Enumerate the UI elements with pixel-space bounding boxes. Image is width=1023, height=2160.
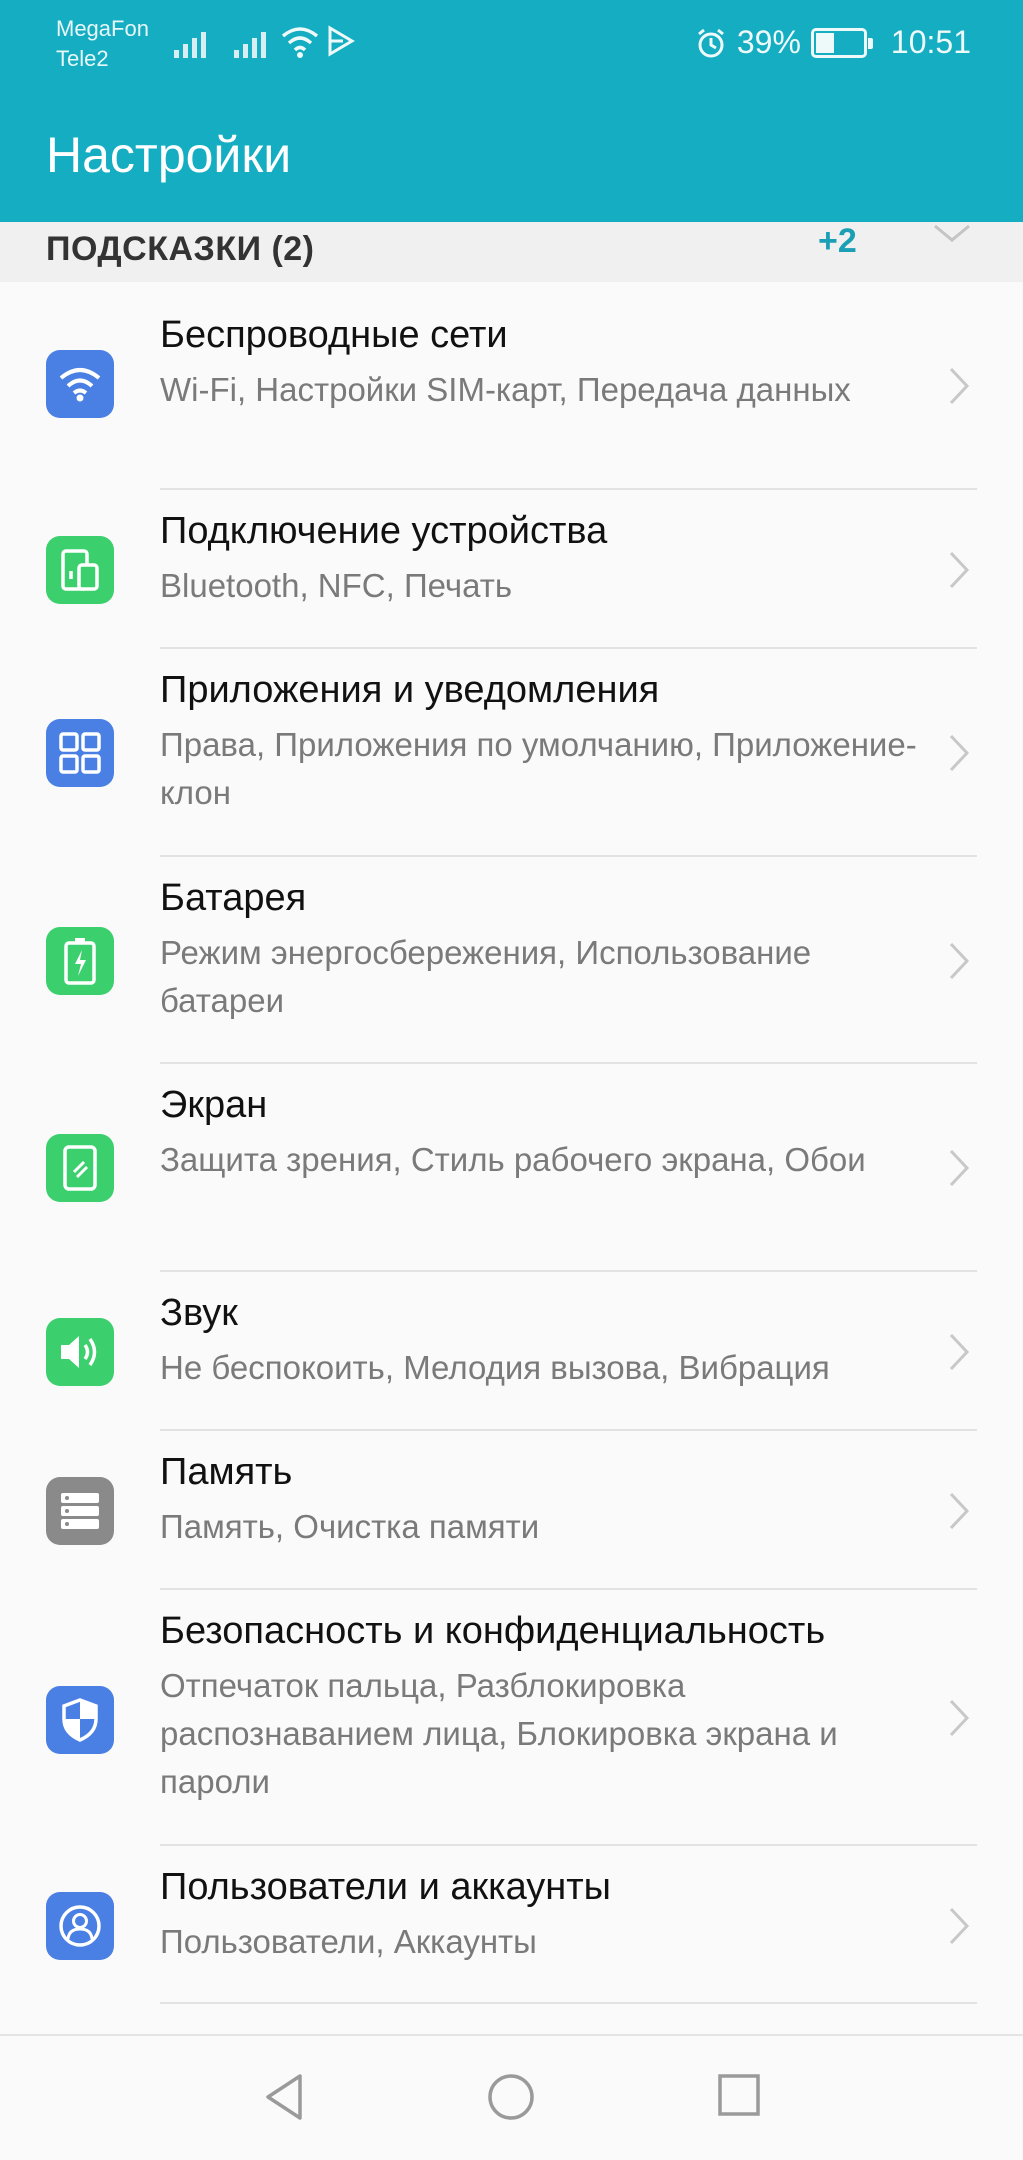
settings-item-users[interactable]: Пользователи и аккаунты Пользователи, Ак… [0,1846,1023,2004]
chevron-right-icon [949,1149,970,1187]
chevron-right-icon [949,367,970,405]
settings-item-sound[interactable]: Звук Не беспокоить, Мелодия вызова, Вибр… [0,1272,1023,1431]
settings-item-title: Подключение устройства [160,510,608,552]
settings-item-subtitle: Память, Очистка памяти [160,1508,540,1545]
settings-item-title: Пользователи и аккаунты [160,1866,611,1908]
shield-icon [46,1686,114,1754]
settings-item-title: Батарея [160,877,307,919]
settings-item-security[interactable]: Безопасность и конфиденциальность Отпеча… [0,1590,1023,1846]
settings-item-storage[interactable]: Память Память, Очистка памяти [0,1431,1023,1590]
chevron-right-icon [949,1699,970,1737]
cast-icon [328,25,355,57]
divider [160,2002,977,2004]
speaker-icon [46,1318,114,1386]
settings-item-subtitle: Wi-Fi, Настройки SIM-карт, Передача данн… [160,371,851,408]
navigation-bar [0,2034,1023,2160]
wifi-icon [46,350,114,418]
settings-item-title: Звук [160,1292,238,1334]
alarm-icon [697,28,724,57]
settings-item-device-connection[interactable]: Подключение устройства Bluetooth, NFC, П… [0,490,1023,649]
battery-percent: 39% [736,24,801,60]
signal-icon [174,28,206,58]
carrier-1: MegaFon [56,16,149,41]
chevron-right-icon [949,1333,970,1371]
hints-header[interactable]: ПОДСКАЗКИ (2) +2 [0,222,1023,282]
status-bar: MegaFon Tele2 39% 10:51 [0,0,1023,88]
settings-item-subtitle: Отпечаток пальца, Разблокировка распозна… [160,1667,838,1800]
hints-count: +2 [818,222,857,260]
settings-item-display[interactable]: Экран Защита зрения, Стиль рабочего экра… [0,1064,1023,1272]
chevron-right-icon [949,942,970,980]
chevron-right-icon [949,734,970,772]
settings-item-title: Беспроводные сети [160,314,508,356]
hints-label: ПОДСКАЗКИ (2) [46,230,315,268]
settings-item-title: Экран [160,1084,268,1126]
carrier-names: MegaFon Tele2 [56,14,149,74]
display-icon [46,1134,114,1202]
settings-item-apps[interactable]: Приложения и уведомления Права, Приложен… [0,649,1023,857]
page-title: Настройки [46,127,292,183]
settings-item-subtitle: Права, Приложения по умолчанию, Приложен… [160,726,917,811]
settings-item-title: Безопасность и конфиденциальность [160,1610,826,1652]
settings-item-battery[interactable]: Батарея Режим энергосбережения, Использо… [0,857,1023,1064]
battery-icon [46,927,114,995]
chevron-right-icon [949,1492,970,1530]
signal-icon [234,28,266,58]
recents-icon[interactable] [716,2072,762,2118]
carrier-2: Tele2 [56,46,109,71]
chevron-down-icon[interactable] [932,222,972,246]
app-bar: Настройки [0,88,1023,222]
settings-item-subtitle: Пользователи, Аккаунты [160,1923,537,1960]
clock: 10:51 [890,24,971,60]
status-right: 39% 10:51 [695,24,971,61]
user-icon [46,1892,114,1960]
settings-item-subtitle: Bluetooth, NFC, Печать [160,567,513,604]
wifi-icon [281,27,319,58]
settings-item-wireless[interactable]: Беспроводные сети Wi-Fi, Настройки SIM-к… [0,282,1023,490]
battery-icon [810,27,873,58]
back-icon[interactable] [262,2072,306,2122]
storage-icon [46,1477,114,1545]
settings-item-title: Приложения и уведомления [160,669,660,711]
settings-item-subtitle: Не беспокоить, Мелодия вызова, Вибрация [160,1349,830,1386]
apps-grid-icon [46,719,114,787]
home-icon[interactable] [486,2072,536,2122]
settings-list: Беспроводные сети Wi-Fi, Настройки SIM-к… [0,282,1023,2034]
chevron-right-icon [949,551,970,589]
chevron-right-icon [949,1907,970,1945]
settings-item-subtitle: Режим энергосбережения, Использование ба… [160,934,812,1019]
settings-item-title: Память [160,1451,293,1493]
settings-item-subtitle: Защита зрения, Стиль рабочего экрана, Об… [160,1141,866,1178]
device-connection-icon [46,536,114,604]
